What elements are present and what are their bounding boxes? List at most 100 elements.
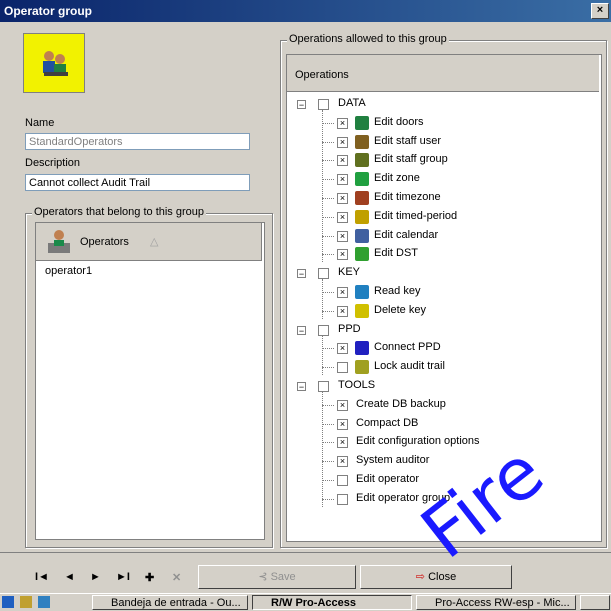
close-window-button[interactable]: × [591, 3, 609, 19]
list-item[interactable]: operator1 [45, 265, 92, 277]
tree-item[interactable]: Edit configuration options [356, 435, 480, 447]
task-outlook[interactable]: Bandeja de entrada - Ou... [92, 595, 248, 610]
checkbox[interactable] [337, 362, 348, 374]
tree-item[interactable]: Compact DB [356, 417, 418, 429]
name-field[interactable]: StandardOperators [25, 133, 250, 150]
checkbox[interactable] [318, 381, 329, 392]
quicklaunch-folder-icon[interactable] [20, 596, 32, 608]
add-record-button[interactable]: ✚ [145, 571, 154, 584]
door-icon [355, 115, 369, 130]
tree-group-key[interactable]: KEY [338, 266, 360, 278]
expander-icon[interactable]: − [297, 100, 306, 110]
tree-item[interactable]: Edit zone [374, 172, 420, 184]
last-record-button[interactable]: ►I [116, 571, 130, 583]
tree-connector [322, 216, 334, 218]
checkbox[interactable] [318, 324, 329, 336]
tree-item[interactable]: Edit calendar [374, 229, 438, 241]
checkbox[interactable]: × [337, 399, 348, 411]
next-record-button[interactable]: ► [90, 571, 101, 583]
checkbox[interactable]: × [337, 437, 348, 449]
timed-period-icon [355, 209, 369, 224]
tree-item[interactable]: Edit staff user [374, 135, 441, 147]
operators-list[interactable]: Operators △ operator1 [35, 222, 265, 540]
tree-item[interactable]: Lock audit trail [374, 360, 445, 372]
name-label: Name [25, 117, 55, 129]
tree-group-data[interactable]: DATA [338, 97, 366, 109]
tree-item[interactable]: Create DB backup [356, 398, 446, 410]
sort-arrow-icon: △ [150, 236, 159, 248]
tree-item[interactable]: Delete key [374, 304, 426, 316]
tree-item[interactable]: Edit staff group [374, 153, 448, 165]
operators-column-header[interactable]: Operators △ [36, 223, 262, 261]
checkbox[interactable]: × [337, 230, 348, 242]
checkbox[interactable]: × [337, 174, 348, 186]
delete-key-icon [355, 303, 369, 318]
close-icon: ⇨ [415, 571, 429, 583]
checkbox[interactable]: × [337, 117, 348, 129]
task-tray[interactable] [580, 595, 610, 610]
tree-connector [322, 122, 334, 124]
ppd-icon [355, 341, 369, 356]
checkbox[interactable]: × [337, 249, 348, 261]
checkbox[interactable] [337, 493, 348, 505]
timezone-icon [355, 191, 369, 205]
zone-icon [355, 172, 369, 187]
tree-item[interactable]: Edit operator [356, 473, 419, 485]
window-title: Operator group [4, 4, 93, 18]
calendar-icon [355, 228, 369, 243]
checkbox[interactable] [318, 99, 329, 110]
expander-icon[interactable]: − [297, 269, 306, 279]
checkbox[interactable]: × [337, 456, 348, 468]
tree-group-tools[interactable]: TOOLS [338, 379, 375, 391]
group-logo-icon [23, 33, 85, 93]
operations-tree[interactable]: Operations − DATA × Edit doors × Edit staff u… [286, 54, 602, 542]
checkbox[interactable]: × [337, 211, 348, 223]
checkbox[interactable] [337, 475, 348, 486]
checkbox[interactable]: × [337, 193, 348, 204]
tree-item[interactable]: Connect PPD [374, 341, 441, 353]
quicklaunch-desktop-icon[interactable] [38, 596, 50, 608]
tree-connector [322, 235, 334, 237]
tree-connector [322, 423, 334, 425]
title-bar: Operator group × [0, 0, 611, 22]
save-button[interactable]: ⊰ Save [198, 565, 356, 589]
description-field[interactable]: Cannot collect Audit Trail [25, 174, 250, 191]
save-label: Save [270, 571, 296, 583]
checkbox[interactable]: × [337, 287, 348, 298]
prev-record-button[interactable]: ◄ [64, 571, 75, 583]
tree-item[interactable]: Edit timed-period [374, 210, 457, 222]
first-record-button[interactable]: I◄ [35, 571, 49, 583]
checkbox[interactable]: × [337, 343, 348, 355]
tree-connector [322, 141, 334, 143]
tree-connector [322, 498, 334, 500]
checkbox[interactable]: × [337, 136, 348, 148]
tree-item[interactable]: Edit timezone [374, 191, 441, 203]
checkbox[interactable]: × [337, 305, 348, 317]
checkbox[interactable] [318, 268, 329, 280]
tree-item[interactable]: System auditor [356, 454, 429, 466]
checkbox[interactable]: × [337, 155, 348, 167]
tree-item[interactable]: Edit doors [374, 116, 424, 128]
tree-item[interactable]: Edit DST [374, 247, 418, 259]
tree-connector [322, 179, 334, 181]
tree-connector [322, 392, 323, 507]
audit-trail-icon [355, 360, 369, 375]
tree-connector [322, 310, 334, 312]
description-label: Description [25, 157, 81, 169]
tree-item[interactable]: Read key [374, 285, 420, 297]
operations-column-header[interactable]: Operations [287, 55, 599, 92]
expander-icon[interactable]: − [297, 325, 306, 335]
tree-connector [322, 335, 323, 376]
close-button[interactable]: ⇨ Close [360, 565, 512, 589]
task-word-document[interactable]: Pro-Access RW-esp - Mic... [416, 595, 576, 610]
task-rw-pro-access[interactable]: R/W Pro-Access [252, 595, 412, 610]
quicklaunch-icons[interactable] [2, 596, 80, 609]
expander-icon[interactable]: − [297, 382, 306, 392]
delete-record-button[interactable]: ✕ [172, 571, 181, 584]
tree-connector [322, 480, 334, 481]
quicklaunch-ie-icon[interactable] [2, 596, 14, 608]
operations-group-label: Operations allowed to this group [287, 33, 449, 45]
tree-connector [322, 404, 334, 406]
checkbox[interactable]: × [337, 418, 348, 430]
tree-group-ppd[interactable]: PPD [338, 323, 361, 335]
